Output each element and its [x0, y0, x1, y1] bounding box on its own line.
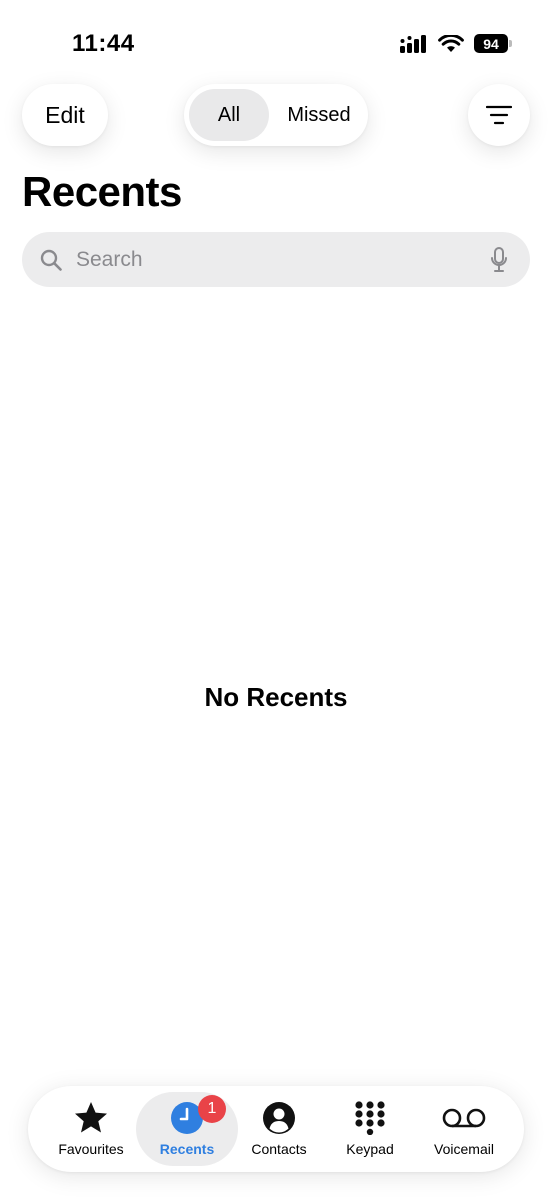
battery-cap [509, 40, 512, 47]
filter-icon [486, 105, 512, 125]
battery-level: 94 [474, 34, 508, 53]
tab-label-recents: Recents [159, 1141, 215, 1157]
tab-label-voicemail: Voicemail [434, 1141, 494, 1157]
filter-button[interactable] [468, 84, 530, 146]
tab-favourites[interactable]: Favourites [50, 1086, 132, 1172]
calls-filter-segmented-control: All Missed [184, 84, 368, 146]
tab-keypad[interactable]: Keypad [333, 1086, 407, 1172]
wifi-icon [438, 34, 464, 52]
tab-label-contacts: Contacts [251, 1141, 307, 1157]
tab-label-keypad: Keypad [346, 1141, 394, 1157]
star-icon [75, 1102, 107, 1133]
empty-state-message: No Recents [204, 682, 348, 712]
tab-bar: Favourites Recents 1 Contacts Keypad Voi… [28, 1086, 524, 1172]
voicemail-icon [442, 1108, 486, 1128]
status-time: 11:44 [72, 30, 135, 57]
search-input[interactable] [74, 238, 490, 281]
missed-calls-badge: 1 [198, 1095, 226, 1123]
phone-recents-screen: 11:44 94 Edit All Missed Recents Search … [0, 0, 552, 1200]
tab-recents[interactable]: Recents 1 [136, 1092, 238, 1166]
signal-icon [400, 34, 426, 53]
status-bar: 11:44 94 [0, 0, 552, 80]
tab-contacts[interactable]: Contacts [242, 1086, 316, 1172]
edit-button[interactable]: Edit [22, 84, 108, 146]
keypad-icon [355, 1101, 385, 1135]
segment-all[interactable]: All [189, 89, 269, 141]
top-controls: Edit All Missed [22, 84, 530, 146]
search-icon [40, 249, 62, 271]
status-icons: 94 [400, 34, 512, 53]
microphone-icon[interactable] [490, 246, 508, 273]
page-title: Recents [22, 168, 182, 215]
segment-missed[interactable]: Missed [274, 89, 364, 141]
search-bar[interactable] [22, 232, 530, 287]
person-circle-icon [263, 1102, 295, 1134]
battery-icon: 94 [474, 34, 512, 53]
tab-voicemail[interactable]: Voicemail [422, 1086, 506, 1172]
tab-label-favourites: Favourites [58, 1141, 124, 1157]
